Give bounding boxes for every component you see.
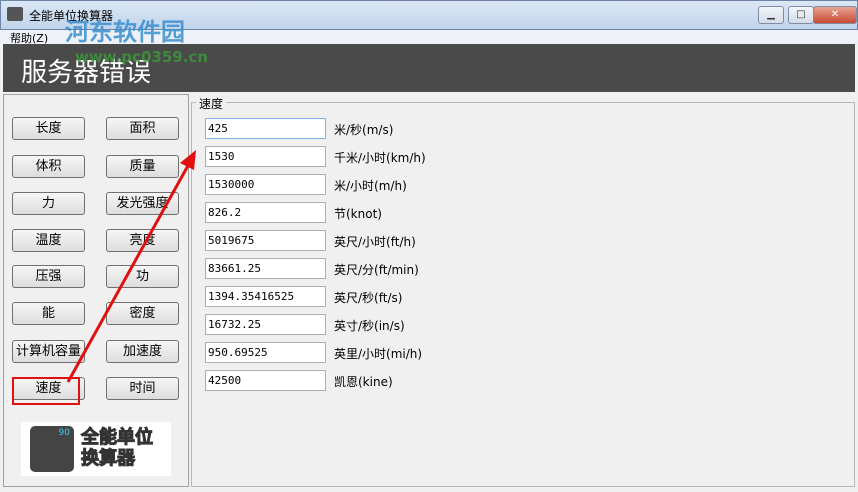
annotation-arrow	[66, 150, 196, 383]
